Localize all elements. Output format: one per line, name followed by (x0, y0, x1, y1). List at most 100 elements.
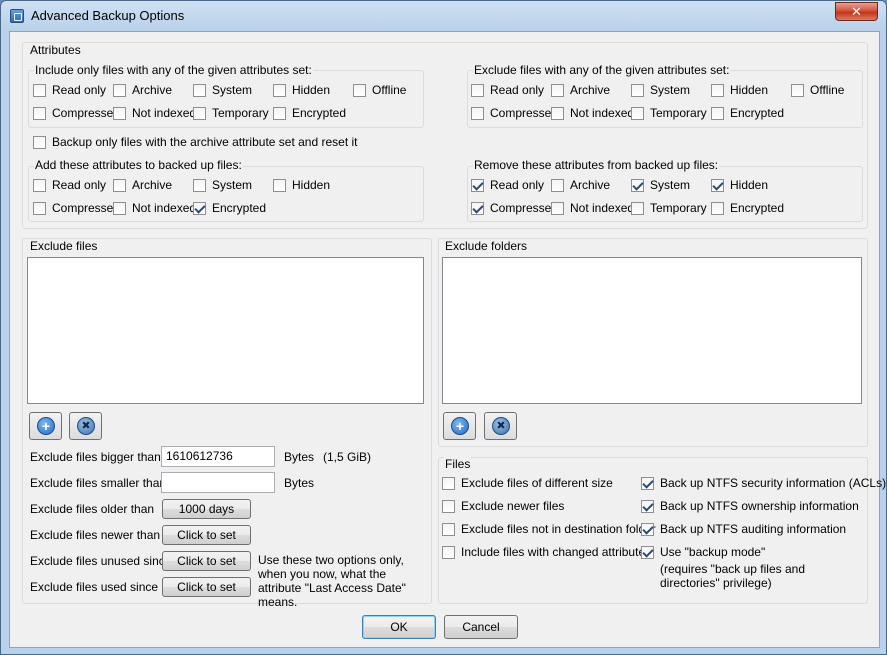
files-left-checkbox-0[interactable]: Exclude files of different size (442, 475, 613, 491)
add-attrs-not-indexed-checkbox[interactable]: Not indexed (113, 200, 196, 216)
remove-exclude-file-button[interactable]: ✖ (69, 412, 102, 440)
checkbox-unchecked (551, 178, 564, 192)
add-exclude-file-button[interactable]: + (29, 412, 62, 440)
exclude-attrs-encrypted-checkbox[interactable]: Encrypted (711, 105, 784, 121)
checkbox-checked (641, 522, 654, 536)
used-since-button[interactable]: Click to set (162, 577, 251, 597)
checkbox-label: System (212, 83, 253, 97)
exclude-attrs-not-indexed-checkbox[interactable]: Not indexed (551, 105, 634, 121)
smaller-than-input[interactable] (161, 472, 275, 493)
checkbox-label: Not indexed (132, 201, 197, 215)
include-only-compressed-checkbox[interactable]: Compressed (33, 105, 120, 121)
checkbox-label: Compressed (52, 106, 121, 120)
files-left-checkbox-3[interactable]: Include files with changed attributes (442, 544, 651, 560)
checkbox-unchecked (551, 83, 564, 97)
include-only-not-indexed-checkbox[interactable]: Not indexed (113, 105, 196, 121)
smaller-than-label: Exclude files smaller than (30, 476, 167, 490)
access-date-note: Use these two options only, when you now… (258, 553, 406, 609)
checkbox-label: Include files with changed attributes (461, 545, 652, 559)
checkbox-label: Temporary (650, 106, 707, 120)
exclude-files-list[interactable] (27, 257, 424, 404)
include-only-system-checkbox[interactable]: System (193, 82, 252, 98)
checkbox-unchecked (353, 83, 366, 97)
title-bar[interactable]: Advanced Backup Options ✕ (1, 1, 886, 31)
add-attrs-compressed-checkbox[interactable]: Compressed (33, 200, 120, 216)
checkbox-label: Archive (132, 178, 173, 192)
bigger-than-input[interactable]: 1610612736 (161, 446, 275, 467)
checkbox-label: Temporary (650, 201, 707, 215)
files-right-checkbox-2[interactable]: Back up NTFS auditing information (641, 521, 846, 537)
include-only-read-only-checkbox[interactable]: Read only (33, 82, 106, 98)
files-right-checkbox-0[interactable]: Back up NTFS security information (ACLs) (641, 475, 886, 491)
checkbox-label: Hidden (730, 178, 769, 192)
checkbox-unchecked (631, 201, 644, 215)
checkbox-unchecked (471, 83, 484, 97)
older-than-button[interactable]: 1000 days (162, 499, 251, 519)
exclude-files-label: Exclude files (29, 239, 99, 253)
add-attrs-read-only-checkbox[interactable]: Read only (33, 177, 106, 193)
remove-attrs-label: Remove these attributes from backed up f… (473, 158, 720, 172)
checkbox-unchecked (631, 83, 644, 97)
checkbox-unchecked (273, 106, 286, 120)
exclude-attrs-label: Exclude files with any of the given attr… (473, 63, 731, 77)
checkbox-label: Exclude files not in destination folder (461, 522, 656, 536)
checkbox-label: Exclude newer files (461, 499, 565, 513)
cross-icon: ✖ (492, 417, 510, 435)
exclude-attrs-temporary-checkbox[interactable]: Temporary (631, 105, 707, 121)
checkbox-checked (193, 201, 206, 215)
remove-exclude-folder-button[interactable]: ✖ (484, 412, 517, 440)
files-right-checkbox-3[interactable]: Use "backup mode" (641, 544, 765, 560)
exclude-attrs-read-only-checkbox[interactable]: Read only (471, 82, 544, 98)
bigger-than-label: Exclude files bigger than (30, 450, 161, 464)
exclude-folders-list[interactable] (442, 257, 862, 404)
checkbox-checked (641, 545, 654, 559)
newer-than-label: Exclude files newer than (30, 528, 161, 542)
add-attrs-system-checkbox[interactable]: System (193, 177, 252, 193)
attributes-group-label: Attributes (29, 43, 82, 57)
remove-attrs-hidden-checkbox[interactable]: Hidden (711, 177, 768, 193)
files-left-checkbox-1[interactable]: Exclude newer files (442, 498, 564, 514)
ok-button[interactable]: OK (362, 615, 436, 639)
remove-attrs-read-only-checkbox[interactable]: Read only (471, 177, 544, 193)
include-only-hidden-checkbox[interactable]: Hidden (273, 82, 330, 98)
exclude-attrs-hidden-checkbox[interactable]: Hidden (711, 82, 768, 98)
remove-attrs-encrypted-checkbox[interactable]: Encrypted (711, 200, 784, 216)
exclude-attrs-system-checkbox[interactable]: System (631, 82, 690, 98)
newer-than-button[interactable]: Click to set (162, 525, 251, 545)
include-only-encrypted-checkbox[interactable]: Encrypted (273, 105, 346, 121)
include-only-offline-checkbox[interactable]: Offline (353, 82, 406, 98)
checkbox-label: Hidden (292, 178, 331, 192)
exclude-attrs-compressed-checkbox[interactable]: Compressed (471, 105, 558, 121)
remove-attrs-archive-checkbox[interactable]: Archive (551, 177, 610, 193)
checkbox-unchecked (33, 106, 46, 120)
remove-attrs-temporary-checkbox[interactable]: Temporary (631, 200, 707, 216)
checkbox-box (33, 135, 46, 149)
add-attrs-archive-checkbox[interactable]: Archive (113, 177, 172, 193)
checkbox-unchecked (113, 178, 126, 192)
add-attrs-hidden-checkbox[interactable]: Hidden (273, 177, 330, 193)
checkbox-label: Archive (132, 83, 173, 97)
exclude-attrs-offline-checkbox[interactable]: Offline (791, 82, 844, 98)
remove-attrs-system-checkbox[interactable]: System (631, 177, 690, 193)
unused-since-button[interactable]: Click to set (162, 551, 251, 571)
files-left-checkbox-2[interactable]: Exclude files not in destination folder (442, 521, 656, 537)
checkbox-label: System (650, 178, 691, 192)
archive-reset-checkbox[interactable]: Backup only files with the archive attri… (33, 134, 358, 150)
cancel-button[interactable]: Cancel (444, 615, 518, 639)
files-right-checkbox-1[interactable]: Back up NTFS ownership information (641, 498, 859, 514)
checkbox-label: Encrypted (212, 201, 267, 215)
checkbox-unchecked (113, 83, 126, 97)
add-attrs-encrypted-checkbox[interactable]: Encrypted (193, 200, 266, 216)
checkbox-label: Read only (52, 178, 107, 192)
used-since-label: Exclude files used since (30, 580, 159, 594)
remove-attrs-not-indexed-checkbox[interactable]: Not indexed (551, 200, 634, 216)
exclude-attrs-archive-checkbox[interactable]: Archive (551, 82, 610, 98)
add-exclude-folder-button[interactable]: + (443, 412, 476, 440)
include-only-temporary-checkbox[interactable]: Temporary (193, 105, 269, 121)
include-only-archive-checkbox[interactable]: Archive (113, 82, 172, 98)
remove-attrs-compressed-checkbox[interactable]: Compressed (471, 200, 558, 216)
checkbox-label: Back up NTFS auditing information (660, 522, 847, 536)
close-button[interactable]: ✕ (835, 2, 878, 21)
checkbox-label: Offline (810, 83, 845, 97)
checkbox-checked (641, 499, 654, 513)
